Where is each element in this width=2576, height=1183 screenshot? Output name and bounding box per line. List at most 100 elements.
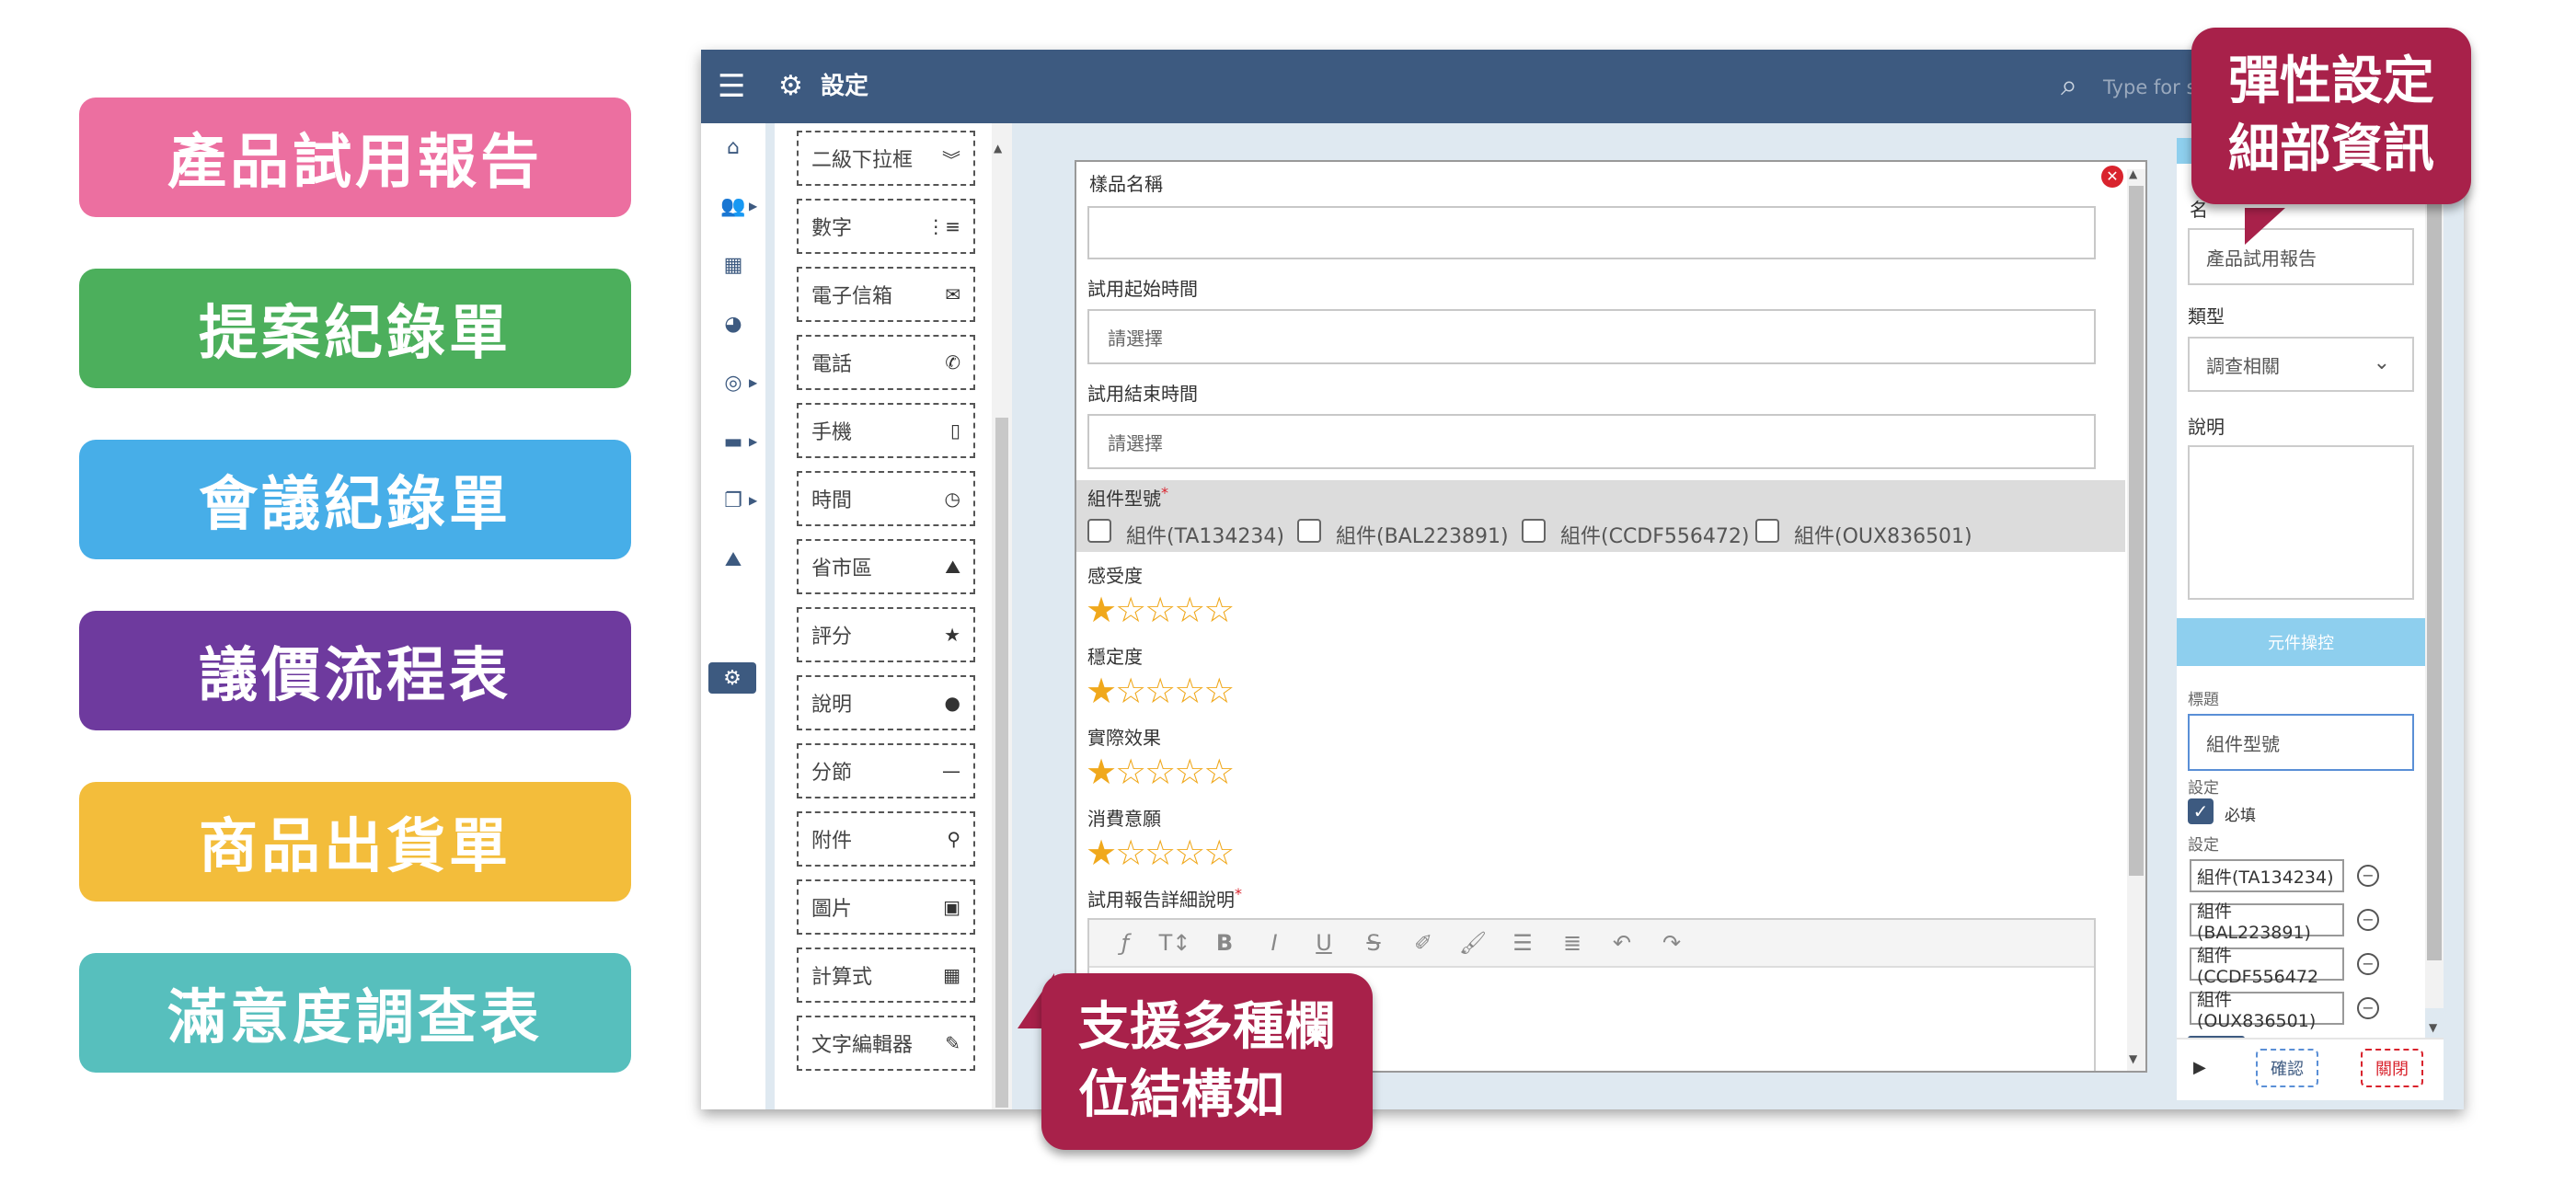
remove-option-icon[interactable]: − <box>2357 909 2379 931</box>
option-input-3[interactable]: 組件(CCDF556472 <box>2190 946 2344 987</box>
search-icon[interactable]: ⌕ <box>2061 66 2077 103</box>
caret-right-icon: ▶ <box>749 435 758 448</box>
callout-multiple-field-types: 支援多種欄 位結構如 <box>1041 973 1373 1150</box>
sample-name-input[interactable] <box>1087 206 2096 259</box>
template-button-shipment[interactable]: 商品出貨單 <box>79 782 631 902</box>
page-title: 設定 <box>821 73 869 100</box>
search-input[interactable]: Type for s <box>2103 74 2196 101</box>
scroll-up-icon[interactable]: ▲ <box>994 142 1002 155</box>
remove-option-icon[interactable]: − <box>2357 997 2379 1019</box>
template-button-product-trial[interactable]: 產品試用報告 <box>79 98 631 217</box>
option-input-4[interactable]: 組件(OUX836501) <box>2190 990 2344 1031</box>
map-icon[interactable]: ⛰ <box>701 541 765 578</box>
option-checkbox-2[interactable] <box>1297 519 1321 543</box>
template-button-meeting-record[interactable]: 會議紀錄單 <box>79 440 631 559</box>
paint-brush-icon[interactable]: 🖌 <box>1448 930 1498 956</box>
remove-option-icon[interactable]: − <box>2357 953 2379 975</box>
option-input-2[interactable]: 組件(BAL223891) <box>2190 902 2344 943</box>
title-label: 標題 <box>2188 691 2219 709</box>
form-name-input[interactable]: 產品試用報告 <box>2188 228 2414 285</box>
italic-icon[interactable]: I <box>1249 930 1299 956</box>
font-icon[interactable]: ƒ <box>1100 930 1150 956</box>
image-icon: ▣ <box>943 896 960 918</box>
app-window: ☰ ⚙ 設定 ⌕ Type for s ⌂ 👥 ▶ ▦ ◕ ◎ ▶ ▬ ▶ ❐ ▶ ⛰ … <box>701 50 2464 1109</box>
option-checkbox-1[interactable] <box>1087 519 1111 543</box>
palette-item-mobile[interactable]: 手機 ▯ <box>797 403 975 458</box>
calendar-icon[interactable]: ▦ <box>701 247 765 283</box>
eraser-icon[interactable]: ✐ <box>1398 930 1448 956</box>
template-button-price-negotiation[interactable]: 議價流程表 <box>79 611 631 730</box>
canvas-scroll-thumb[interactable] <box>2129 186 2144 876</box>
palette-item-region[interactable]: 省市區 ⛰ <box>797 539 975 594</box>
users-icon[interactable]: 👥 ▶ <box>701 188 765 224</box>
palette-item-email[interactable]: 電子信箱 ✉ <box>797 267 975 322</box>
rating-label: 消費意願 <box>1087 808 1161 830</box>
palette-item-time[interactable]: 時間 ◷ <box>797 471 975 526</box>
scroll-down-icon[interactable]: ▼ <box>2429 1021 2437 1034</box>
callout-flexible-settings: 彈性設定 細部資訊 <box>2191 28 2471 204</box>
palette-item-rating[interactable]: 評分 ★ <box>797 607 975 662</box>
menu-icon[interactable]: ☰ <box>718 68 749 105</box>
rating-stars[interactable]: ★☆☆☆☆ <box>1086 590 1235 630</box>
required-checkbox[interactable]: ✓ <box>2188 798 2214 824</box>
star-filled-icon[interactable]: ★ <box>1086 752 1117 792</box>
rating-stars[interactable]: ★☆☆☆☆ <box>1086 671 1235 711</box>
scroll-up-icon[interactable]: ▲ <box>2129 167 2137 180</box>
bold-icon[interactable]: B <box>1200 930 1249 956</box>
text-height-icon[interactable]: T↕ <box>1150 930 1200 956</box>
pie-chart-icon[interactable]: ◕ <box>701 305 765 342</box>
palette-item-description[interactable]: 說明 ● <box>797 675 975 730</box>
field-label-sample-name: 樣品名稱 <box>1089 173 1163 195</box>
template-button-satisfaction-survey[interactable]: 滿意度調查表 <box>79 953 631 1073</box>
end-time-input[interactable]: 請選擇 <box>1087 414 2096 469</box>
palette-item-cascade-select[interactable]: 二級下拉框 ︾ <box>797 131 975 186</box>
star-filled-icon[interactable]: ★ <box>1086 833 1117 873</box>
rating-stars[interactable]: ★☆☆☆☆ <box>1086 833 1235 873</box>
palette-scroll-thumb[interactable] <box>995 418 1008 1108</box>
start-time-input[interactable]: 請選擇 <box>1087 309 2096 364</box>
description-textarea[interactable] <box>2188 445 2414 600</box>
remove-field-icon[interactable]: ✕ <box>2101 166 2123 188</box>
form-canvas: 樣品名稱 ✕ 試用起始時間 請選擇 試用結束時間 請選擇 組件型號* 組件(TA… <box>1075 160 2147 1073</box>
option-checkbox-4[interactable] <box>1755 519 1779 543</box>
option-checkbox-3[interactable] <box>1522 519 1546 543</box>
star-outline-icon[interactable]: ☆☆☆☆ <box>1115 590 1235 630</box>
field-label-detail: 試用報告詳細說明* <box>1087 885 1242 911</box>
scroll-down-icon[interactable]: ▼ <box>2129 1052 2137 1065</box>
palette-item-formula[interactable]: 計算式 ▦ <box>797 948 975 1003</box>
home-icon[interactable]: ⌂ <box>701 129 765 166</box>
star-filled-icon[interactable]: ★ <box>1086 590 1117 630</box>
close-button[interactable]: 關閉 <box>2361 1049 2423 1087</box>
palette-item-attachment[interactable]: 附件 ⚲ <box>797 811 975 867</box>
rating-stars[interactable]: ★☆☆☆☆ <box>1086 752 1235 792</box>
strikethrough-icon[interactable]: S <box>1349 930 1398 956</box>
files-icon[interactable]: ❐ ▶ <box>701 482 765 519</box>
required-label: 必填 <box>2225 807 2256 825</box>
target-icon[interactable]: ◎ ▶ <box>701 364 765 401</box>
star-outline-icon[interactable]: ☆☆☆☆ <box>1115 671 1235 711</box>
type-select[interactable]: 調查相關 ⌄ <box>2188 337 2414 392</box>
expand-caret-icon[interactable]: ▶ <box>2193 1058 2206 1077</box>
title-input[interactable]: 組件型號 <box>2188 714 2414 771</box>
briefcase-icon[interactable]: ▬ ▶ <box>701 423 765 460</box>
confirm-button[interactable]: 確認 <box>2256 1049 2318 1087</box>
palette-item-phone[interactable]: 電話 ✆ <box>797 335 975 390</box>
palette-item-text-editor[interactable]: 文字編輯器 ✎ <box>797 1016 975 1071</box>
option-input-1[interactable]: 組件(TA134234) <box>2190 859 2344 892</box>
star-outline-icon[interactable]: ☆☆☆☆ <box>1115 752 1235 792</box>
undo-icon[interactable]: ↶ <box>1597 930 1647 956</box>
required-mark: * <box>1235 885 1242 902</box>
underline-icon[interactable]: U <box>1299 930 1349 956</box>
list-icon[interactable]: ☰ <box>1498 930 1547 956</box>
palette-item-section[interactable]: 分節 — <box>797 743 975 798</box>
palette-item-number[interactable]: 數字 ⋮≡ <box>797 199 975 254</box>
remove-option-icon[interactable]: − <box>2357 865 2379 887</box>
star-filled-icon[interactable]: ★ <box>1086 671 1117 711</box>
template-button-proposal-record[interactable]: 提案紀錄單 <box>79 269 631 388</box>
props-scroll-thumb[interactable] <box>2427 151 2442 960</box>
palette-item-image[interactable]: 圖片 ▣ <box>797 879 975 935</box>
align-icon[interactable]: ≣ <box>1547 930 1597 956</box>
star-outline-icon[interactable]: ☆☆☆☆ <box>1115 833 1235 873</box>
redo-icon[interactable]: ↷ <box>1647 930 1696 956</box>
settings-icon-active[interactable]: ⚙ <box>708 662 756 694</box>
